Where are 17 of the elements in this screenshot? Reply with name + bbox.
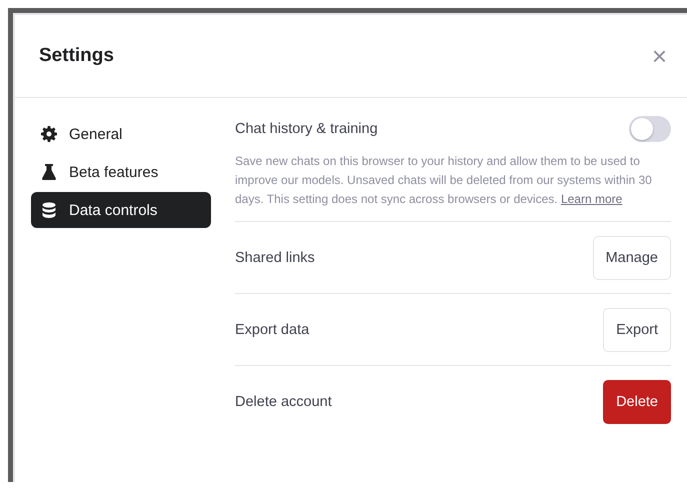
sidebar-item[interactable]: Data controls (31, 192, 211, 228)
sidebar-item[interactable]: General (31, 116, 211, 152)
action-button[interactable]: Manage (592, 236, 671, 280)
database-icon (41, 202, 57, 218)
setting-label: Shared links (235, 250, 315, 266)
flask-icon (41, 164, 57, 180)
learn-more-link[interactable]: Learn more (560, 192, 622, 206)
action-button[interactable]: Export (603, 308, 671, 352)
setting-label: Delete account (235, 394, 332, 410)
setting-label: Export data (235, 322, 310, 338)
setting-label: Chat history & training (235, 121, 378, 137)
setting-description: Save new chats on this browser to your history and allow them to be used to improve our models. Unsaved chats will be deleted from our systems within 30 days. This setting does not sync across browsers or devices. Learn more (235, 153, 653, 208)
delete-button[interactable]: Delete (603, 380, 671, 424)
sidebar-item[interactable]: Beta features (31, 154, 211, 190)
settings-icon (41, 126, 57, 142)
dialog-title: Settings (39, 45, 114, 67)
toggle-switch[interactable] (629, 116, 671, 142)
